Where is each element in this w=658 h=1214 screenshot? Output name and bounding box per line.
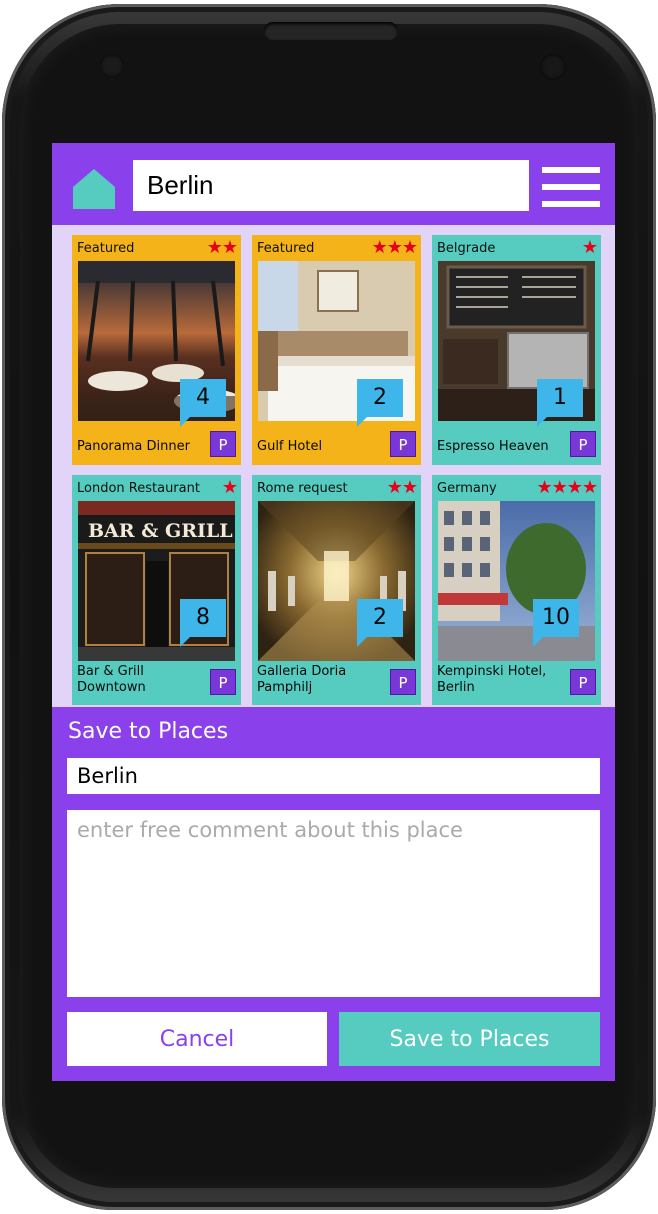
gallery-hall-photo [258,501,415,661]
app-screen: Berlin Featured ★★ 4 Panorama Dinner P F… [52,143,615,1081]
place-name: Galleria Doria Pamphilj [257,664,347,695]
comment-count-badge: 4 [180,379,226,427]
cancel-button[interactable]: Cancel [67,1012,327,1066]
place-name: Bar & Grill Downtown [77,664,146,695]
place-card-panorama-dinner[interactable]: Featured ★★ 4 Panorama Dinner P [72,235,241,465]
save-to-places-button[interactable]: Save to Places [339,1012,600,1066]
comment-count-badge: 2 [357,379,403,427]
comment-textarea[interactable] [67,810,600,997]
rating-stars: ★★ [206,237,238,258]
hotel-street-photo [438,501,595,661]
parking-p-button[interactable]: P [210,431,236,457]
card-category: Belgrade [437,241,496,256]
speaker-grille [264,22,398,40]
place-card-kempinski[interactable]: Germany ★★★★ 10 Kempinski Hotel, Berlin … [432,475,601,705]
comment-count-badge: 2 [357,599,403,647]
sensor-icon [100,54,124,78]
parking-p-button[interactable]: P [570,669,596,695]
place-name: Gulf Hotel [257,439,323,454]
parking-p-button[interactable]: P [390,669,416,695]
rating-stars: ★ [581,237,598,258]
parking-p-button[interactable]: P [390,431,416,457]
svg-text:BAR & GRILL: BAR & GRILL [88,520,233,542]
place-card-gulf-hotel[interactable]: Featured ★★★ 2 Gulf Hotel P [252,235,421,465]
comment-count-badge: 10 [533,599,579,647]
place-name: Kempinski Hotel, Berlin [437,664,547,695]
home-icon[interactable] [72,167,116,209]
rating-stars: ★ [221,477,238,498]
rating-stars: ★★★ [371,237,418,258]
bar-grill-photo: BAR & GRILL [78,501,235,661]
search-input[interactable]: Berlin [133,160,529,211]
place-card-espresso-heaven[interactable]: Belgrade ★ 1 Espresso Heaven P [432,235,601,465]
comment-count-badge: 8 [180,599,226,647]
save-panel-title: Save to Places [68,719,229,744]
front-camera-icon [540,54,566,80]
top-bar: Berlin [52,143,615,225]
card-category: London Restaurant [77,481,200,496]
comment-count-badge: 1 [537,379,583,427]
parking-p-button[interactable]: P [210,669,236,695]
places-grid: Featured ★★ 4 Panorama Dinner P Featured… [52,225,615,707]
hamburger-menu-icon[interactable] [542,167,600,207]
place-card-bar-grill[interactable]: London Restaurant ★ BAR & GRILL 8 Bar & … [72,475,241,705]
place-card-galleria-doria[interactable]: Rome request ★★ 2 Galleria Doria Pamphil… [252,475,421,705]
place-name: Panorama Dinner [77,439,190,454]
place-name: Espresso Heaven [437,439,549,454]
rating-stars: ★★ [386,477,418,498]
place-name-input[interactable]: Berlin [67,758,600,794]
rating-stars: ★★★★ [536,477,598,498]
parking-p-button[interactable]: P [570,431,596,457]
